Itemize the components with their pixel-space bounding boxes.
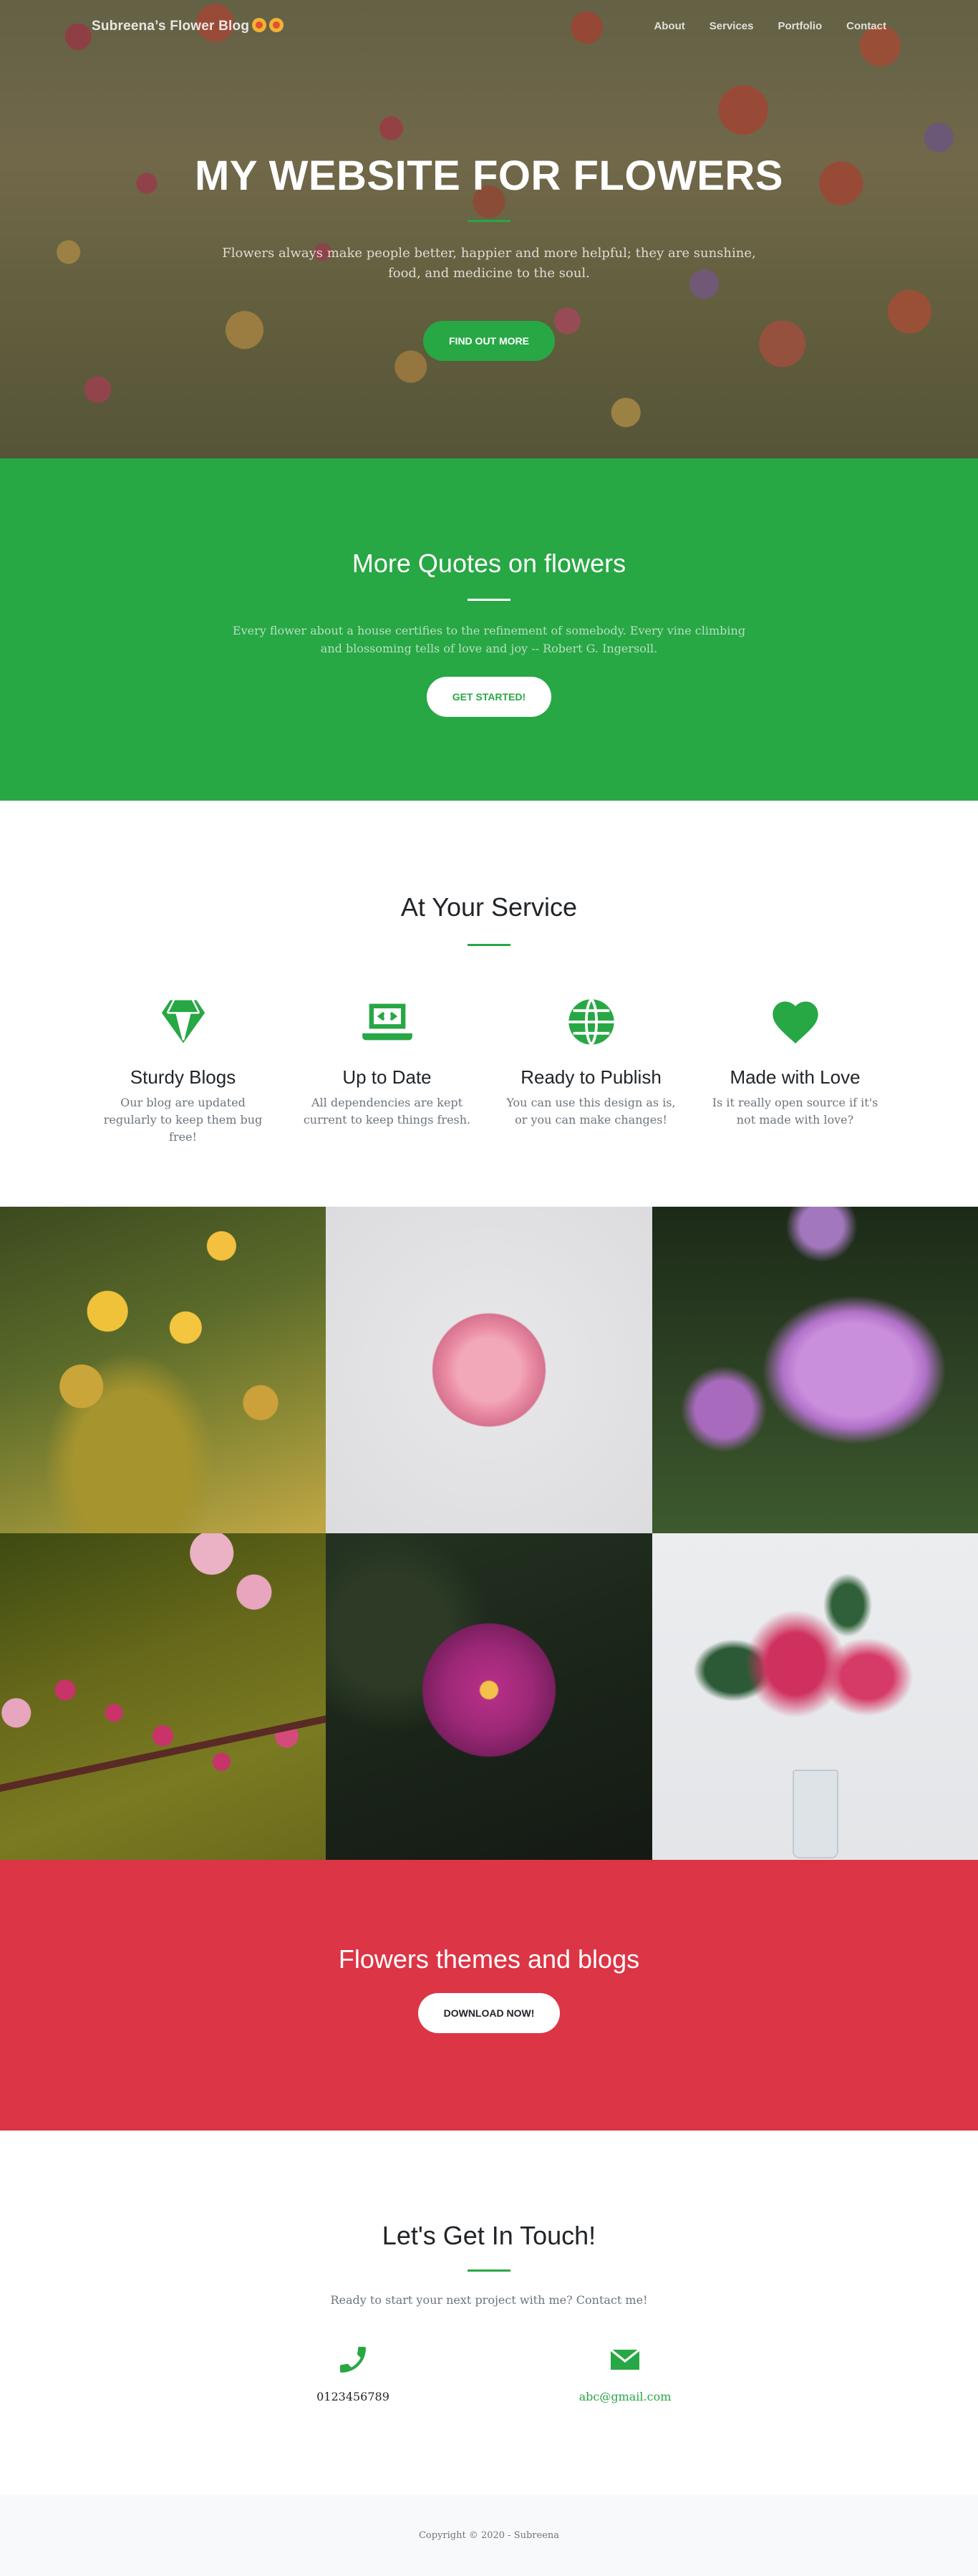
service-text: All dependencies are kept current to kee… — [303, 1096, 471, 1127]
top-navbar: Subreena’s Flower Blog About Services Po… — [0, 0, 978, 52]
envelope-icon — [610, 2348, 640, 2370]
portfolio-yellow-wildflowers-image[interactable] — [0, 1207, 326, 1533]
service-text: You can use this design as is, or you ca… — [506, 1096, 676, 1127]
service-text: Is it really open source if it's not mad… — [712, 1096, 878, 1127]
contact-phone: 0123456789 — [217, 2343, 489, 2403]
service-item: Made with Love Is it really open source … — [693, 995, 897, 1146]
quotes-divider — [468, 599, 510, 601]
service-title: Ready to Publish — [521, 1066, 662, 1088]
quotes-section: More Quotes on flowers Every flower abou… — [0, 458, 978, 801]
phone-icon — [340, 2347, 366, 2373]
portfolio-magenta-zinnia-image[interactable] — [326, 1533, 652, 1860]
gem-icon — [159, 998, 207, 1046]
service-item: Ready to Publish You can use this design… — [489, 995, 693, 1146]
service-text: Our blog are updated regularly to keep t… — [103, 1096, 263, 1144]
hero-subtitle: Flowers always make people better, happi… — [222, 246, 756, 281]
portfolio-pink-rose-image[interactable] — [326, 1207, 652, 1533]
globe-icon — [568, 998, 614, 1046]
contact-divider — [468, 2269, 510, 2272]
footer: Copyright © 2020 - Subreena — [0, 2494, 978, 2576]
services-divider — [468, 944, 510, 946]
flower-emoji-icon — [252, 17, 267, 32]
hero-divider — [468, 220, 510, 222]
cta-section: Flowers themes and blogs DOWNLOAD NOW! — [0, 1860, 978, 2131]
services-title: At Your Service — [400, 892, 578, 922]
brand-text: Subreena’s Flower Blog — [92, 18, 250, 34]
hero-title: MY WEBSITE FOR FLOWERS — [195, 153, 783, 199]
nav-link-about[interactable]: About — [641, 20, 697, 32]
portfolio-pink-lily-image[interactable] — [652, 1533, 978, 1860]
contact-title: Let's Get In Touch! — [382, 2221, 596, 2250]
quotes-title: More Quotes on flowers — [352, 549, 626, 578]
contact-section: Let's Get In Touch! Ready to start your … — [0, 2131, 978, 2494]
cta-title: Flowers themes and blogs — [338, 1944, 640, 1974]
nav-link-services[interactable]: Services — [697, 20, 766, 32]
get-started-button[interactable]: GET STARTED! — [426, 676, 552, 717]
phone-number: 0123456789 — [316, 2390, 389, 2403]
download-now-button[interactable]: DOWNLOAD NOW! — [417, 1993, 561, 2033]
laptop-code-icon — [362, 1003, 412, 1041]
portfolio-section — [0, 1207, 978, 1860]
service-item: Up to Date All dependencies are kept cur… — [285, 995, 489, 1146]
service-title: Sturdy Blogs — [130, 1066, 236, 1088]
nav-link-portfolio[interactable]: Portfolio — [766, 20, 835, 32]
copyright-text: Copyright © 2020 - Subreena — [418, 2530, 560, 2541]
nav-link-contact[interactable]: Contact — [834, 20, 886, 32]
contact-email: abc@gmail.com — [489, 2343, 761, 2403]
quotes-text: Every flower about a house certifies to … — [232, 624, 746, 655]
service-title: Up to Date — [342, 1066, 432, 1088]
portfolio-purple-geranium-image[interactable] — [652, 1207, 978, 1533]
service-item: Sturdy Blogs Our blog are updated regula… — [81, 995, 285, 1146]
find-out-more-button[interactable]: FIND OUT MORE — [423, 320, 555, 361]
service-title: Made with Love — [730, 1066, 861, 1088]
contact-lead: Ready to start your next project with me… — [330, 2293, 648, 2307]
brand-link[interactable]: Subreena’s Flower Blog — [92, 17, 284, 34]
flower-emoji-icon — [269, 17, 284, 32]
hero-section: MY WEBSITE FOR FLOWERS Flowers always ma… — [0, 0, 978, 458]
services-section: At Your Service Sturdy Blogs Our blog ar… — [0, 801, 978, 1207]
heart-icon — [772, 1001, 818, 1044]
nav-links: About Services Portfolio Contact — [641, 20, 886, 32]
email-link[interactable]: abc@gmail.com — [489, 2390, 761, 2403]
portfolio-cherry-blossom-bee-image[interactable] — [0, 1533, 326, 1860]
